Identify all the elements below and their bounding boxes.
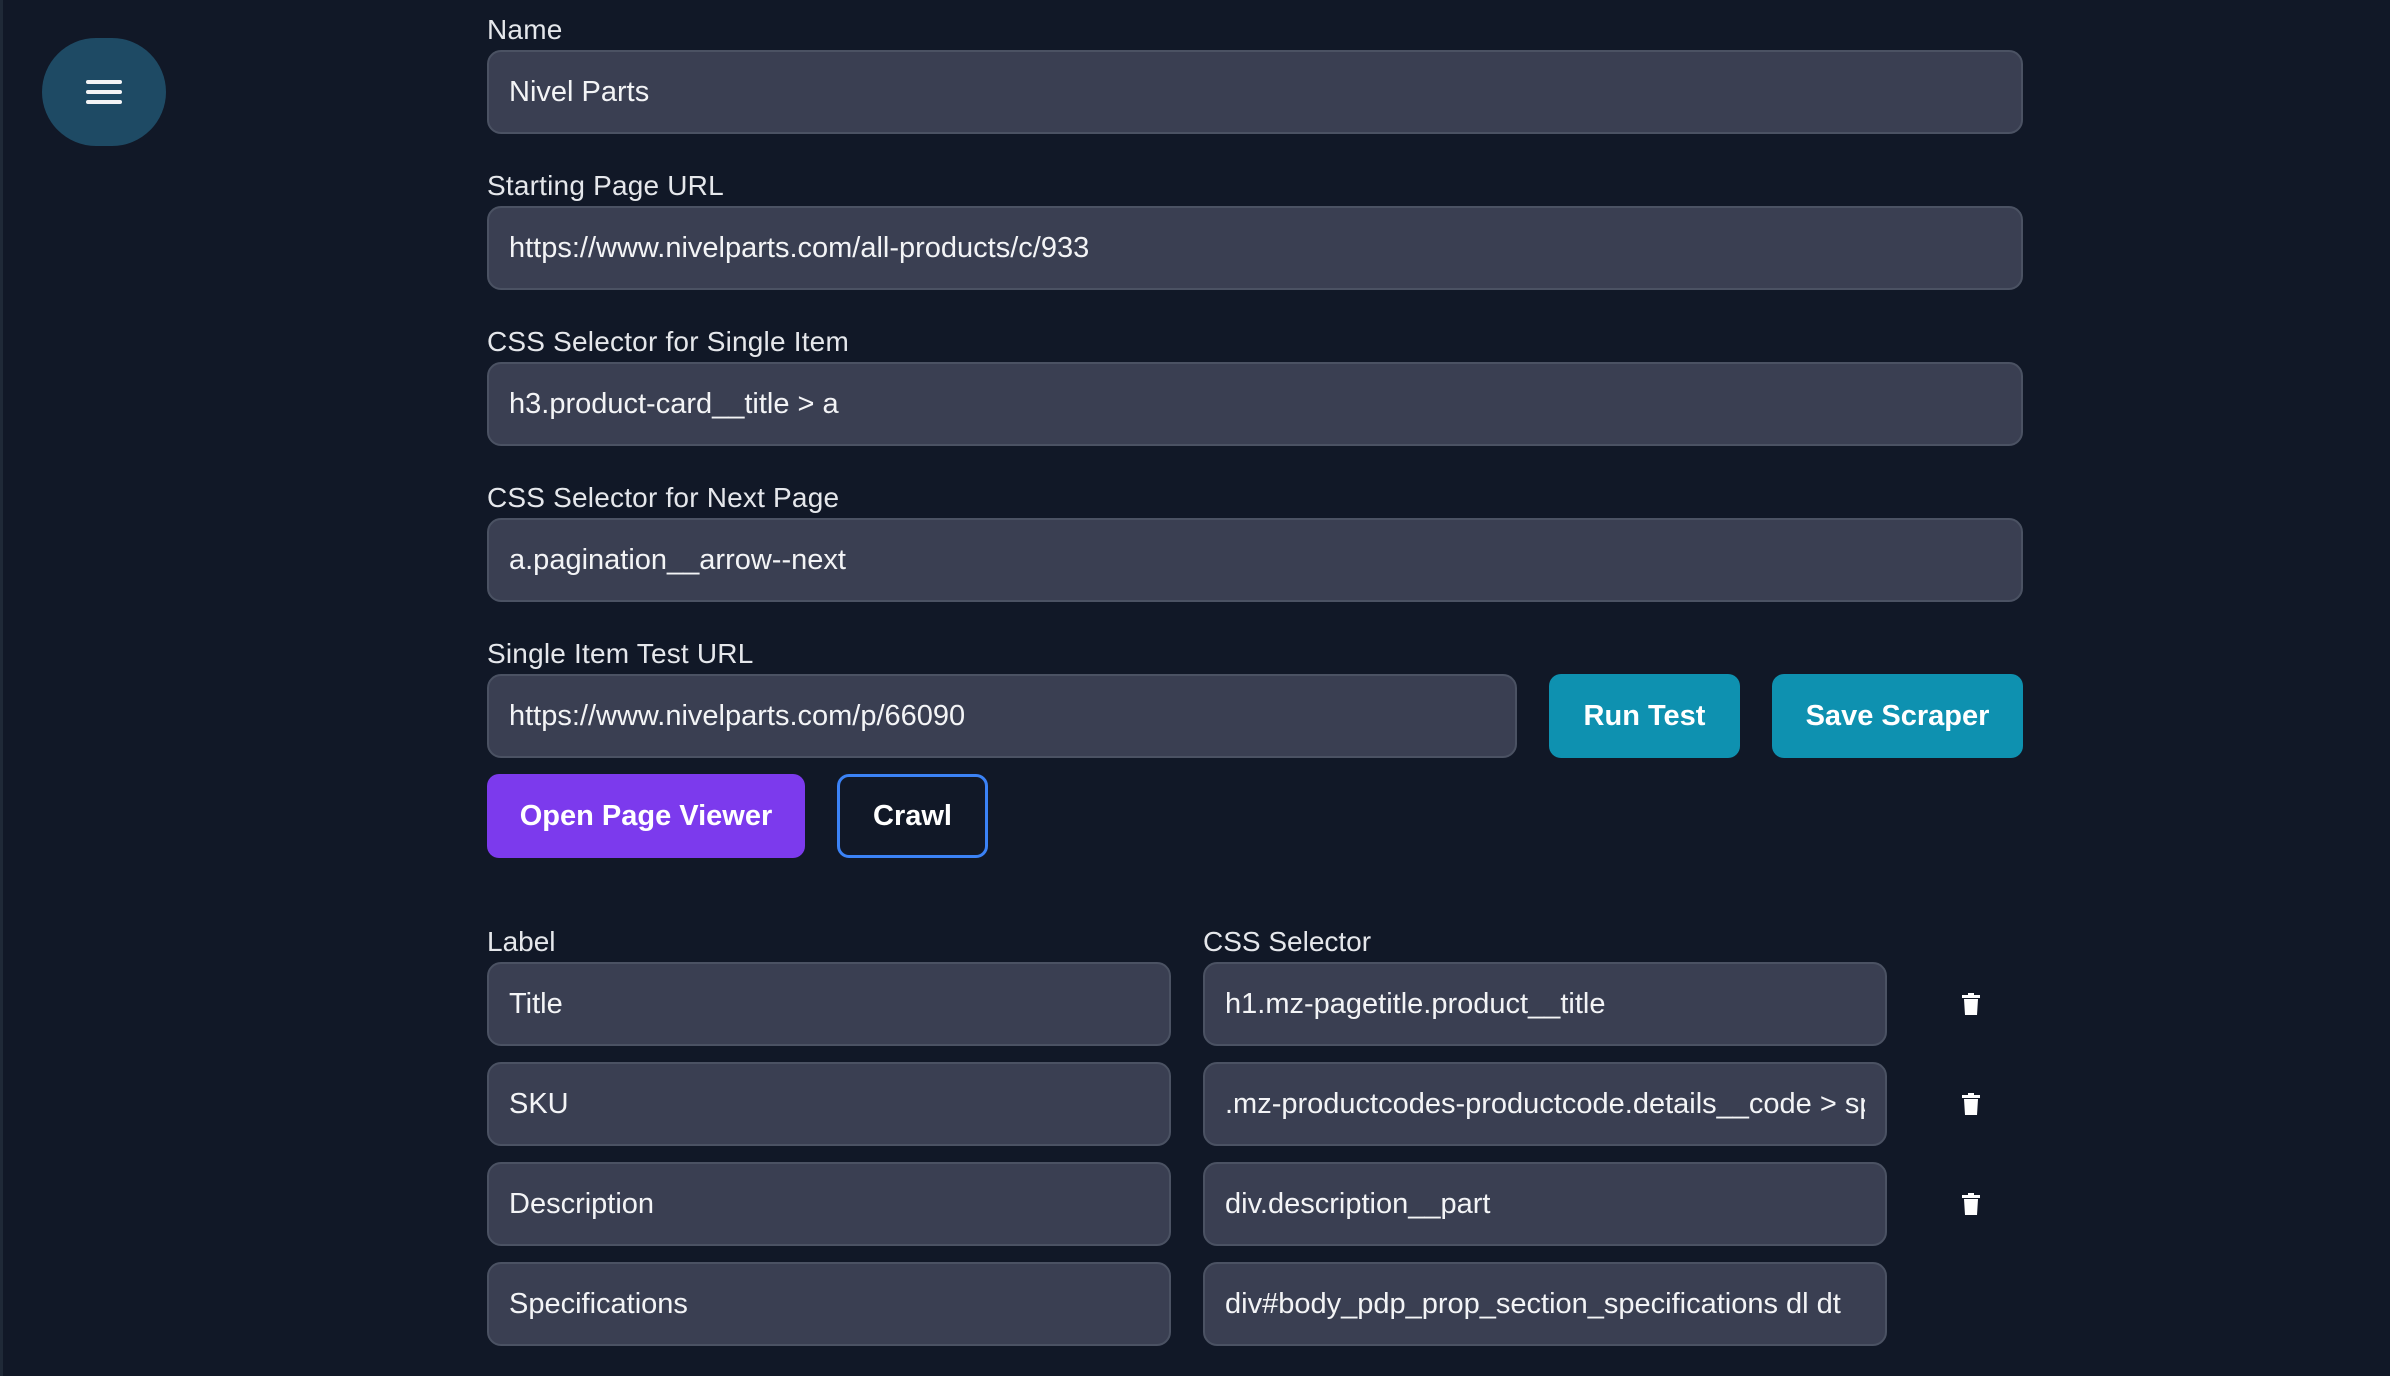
scraper-editor-page: Name Starting Page URL CSS Selector for … [0, 0, 2390, 1376]
label-column-header: Label [487, 926, 556, 957]
name-input[interactable] [487, 50, 2023, 134]
starting-url-label: Starting Page URL [487, 170, 724, 201]
run-test-button[interactable]: Run Test [1549, 674, 1740, 758]
trash-icon[interactable] [1962, 1193, 1980, 1215]
test-url-label: Single Item Test URL [487, 638, 754, 669]
open-page-viewer-button[interactable]: Open Page Viewer [487, 774, 805, 858]
single-item-selector-input[interactable] [487, 362, 2023, 446]
name-label: Name [487, 14, 563, 45]
trash-icon[interactable] [1962, 993, 1980, 1015]
single-item-selector-label: CSS Selector for Single Item [487, 326, 849, 357]
crawl-button[interactable]: Crawl [837, 774, 988, 858]
next-page-selector-label: CSS Selector for Next Page [487, 482, 840, 513]
css-selector-column-header: CSS Selector [1203, 926, 1372, 957]
field-label-input[interactable] [487, 1062, 1171, 1146]
hamburger-menu-icon [86, 79, 122, 105]
field-selector-input[interactable] [1203, 1262, 1887, 1346]
starting-url-input[interactable] [487, 206, 2023, 290]
field-label-input[interactable] [487, 1262, 1171, 1346]
save-scraper-button[interactable]: Save Scraper [1772, 674, 2023, 758]
next-page-selector-input[interactable] [487, 518, 2023, 602]
test-url-input[interactable] [487, 674, 1517, 758]
menu-button[interactable] [42, 38, 166, 146]
field-selector-input[interactable] [1203, 1162, 1887, 1246]
field-label-input[interactable] [487, 962, 1171, 1046]
field-selector-input[interactable] [1203, 1062, 1887, 1146]
left-border [0, 0, 3, 1376]
field-selector-input[interactable] [1203, 962, 1887, 1046]
trash-icon[interactable] [1962, 1093, 1980, 1115]
field-label-input[interactable] [487, 1162, 1171, 1246]
